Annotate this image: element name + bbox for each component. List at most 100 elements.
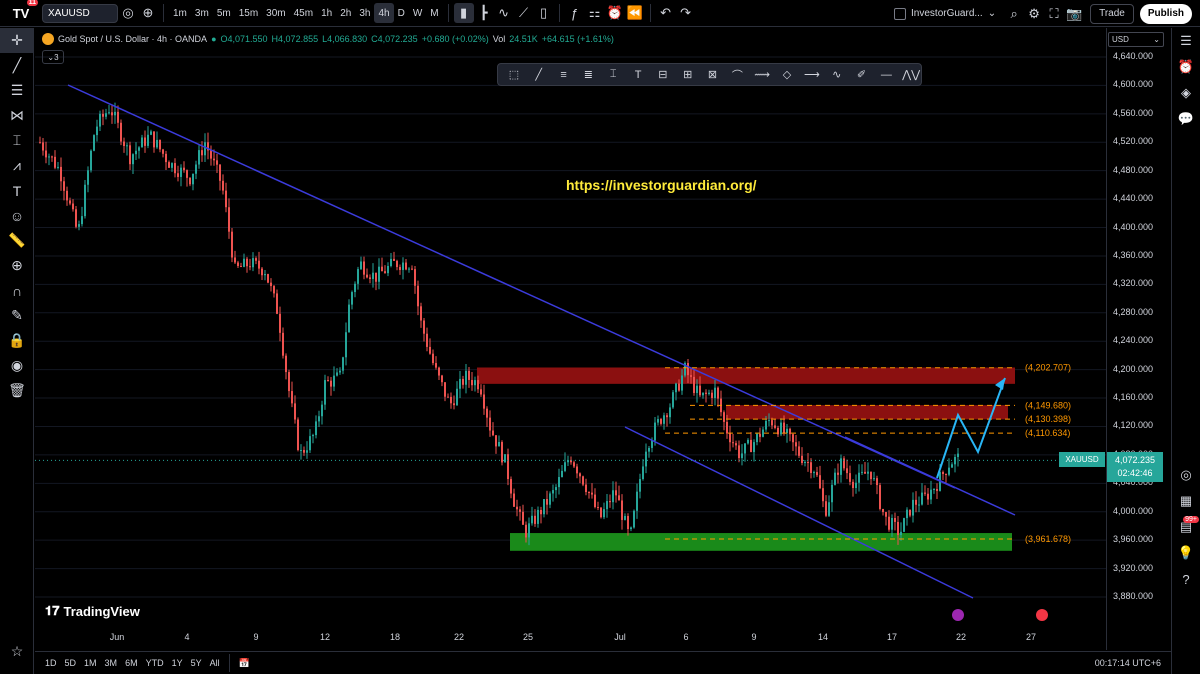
interval-45m[interactable]: 45m — [290, 3, 317, 23]
quick-search-icon[interactable]: ⌕ — [1004, 4, 1024, 24]
interval-2h[interactable]: 2h — [336, 3, 355, 23]
marker-icon[interactable]: ✐ — [852, 65, 872, 85]
price-axis[interactable]: 4,640.000 4,600.000 4,560.000 4,520.000 4,48… — [1106, 28, 1170, 650]
text-icon[interactable]: T — [0, 178, 34, 203]
candle-body — [582, 476, 584, 485]
curve-icon[interactable]: ⌒ — [727, 65, 747, 85]
magnet-icon[interactable]: ∩ — [0, 278, 34, 303]
range-1m[interactable]: 1M — [80, 658, 101, 668]
fib-retracement-icon[interactable]: ≣ — [578, 65, 598, 85]
symbol-options-icon[interactable]: ◎ — [118, 3, 138, 23]
symbol-search-input[interactable]: XAUUSD — [42, 3, 118, 23]
watchlist-icon[interactable]: ☰ — [1172, 28, 1200, 54]
interval-1m[interactable]: 1m — [169, 3, 191, 23]
chat-icon[interactable]: 💬 — [1172, 106, 1200, 132]
range-1y[interactable]: 1Y — [168, 658, 187, 668]
brush-icon[interactable]: ⩘ — [0, 153, 34, 178]
range-all[interactable]: All — [206, 658, 224, 668]
candle-body — [747, 439, 749, 444]
candle-body — [918, 504, 920, 506]
path-icon[interactable]: ⟿ — [752, 65, 772, 85]
layout-checkbox[interactable] — [894, 7, 907, 20]
range-5d[interactable]: 5D — [61, 658, 81, 668]
price-tick-label: 4,480.000 — [1113, 164, 1154, 175]
shape-icon[interactable]: ◇ — [777, 65, 797, 85]
range-6m[interactable]: 6M — [121, 658, 142, 668]
redo-icon[interactable]: ↷ — [676, 3, 696, 23]
range-5y[interactable]: 5Y — [187, 658, 206, 668]
projection-icon[interactable]: ⌶ — [0, 128, 34, 153]
columns-chart-type-icon[interactable]: ▯ — [534, 3, 554, 23]
indicators-icon[interactable]: ƒ — [565, 3, 585, 23]
text-tool-icon[interactable]: T — [628, 65, 648, 85]
select-rect-icon[interactable]: ⬚ — [504, 65, 524, 85]
pattern-tool-icon[interactable]: ⋀⋁ — [901, 65, 921, 85]
alerts-icon[interactable]: ⏰ — [1172, 54, 1200, 80]
area-chart-type-icon[interactable]: ⟋ — [514, 3, 534, 23]
pattern-icon[interactable]: ⋈ — [0, 103, 34, 128]
range-1d[interactable]: 1D — [41, 658, 61, 668]
layout-selector[interactable]: InvestorGuard... ⌄ — [894, 7, 996, 20]
line-tool-icon[interactable]: ╱ — [529, 65, 549, 85]
arrow-icon[interactable]: ⟶ — [802, 65, 822, 85]
price-range-icon[interactable]: ⊠ — [703, 65, 723, 85]
tradingview-logo-icon[interactable]: TV 11 — [8, 0, 38, 23]
event-flash-icon — [952, 609, 964, 621]
ruler-tool-icon[interactable]: ⌶ — [603, 65, 623, 85]
interval-M[interactable]: M — [426, 3, 442, 23]
candles-chart-type-icon[interactable]: ▮ — [453, 3, 474, 23]
fullscreen-icon[interactable]: ⛶ — [1044, 4, 1064, 24]
interval-3h[interactable]: 3h — [355, 3, 374, 23]
zoom-icon[interactable]: ⊕ — [0, 253, 34, 278]
eye-icon[interactable]: ◉ — [0, 353, 34, 378]
ruler-icon[interactable]: 📏 — [0, 228, 34, 253]
news-icon[interactable]: ▤ 99+ — [1172, 514, 1200, 540]
layers-icon[interactable]: ◈ — [1172, 80, 1200, 106]
calendar-icon[interactable]: ▦ — [1172, 488, 1200, 514]
line-chart-type-icon[interactable]: ∿ — [494, 3, 514, 23]
camera-icon[interactable]: 📷 — [1064, 4, 1084, 24]
long-position-icon[interactable]: ⊟ — [653, 65, 673, 85]
ideas-icon[interactable]: 💡 — [1172, 540, 1200, 566]
interval-15m[interactable]: 15m — [235, 3, 262, 23]
trash-icon[interactable]: 🗑 — [0, 378, 34, 403]
publish-button[interactable]: Publish — [1139, 3, 1192, 24]
replay-icon[interactable]: ⏪ — [625, 3, 645, 23]
star-icon[interactable]: ☆ — [0, 639, 34, 664]
date-range-icon[interactable]: 📅 — [235, 658, 254, 669]
range-ytd[interactable]: YTD — [142, 658, 168, 668]
time-tick-label: 9 — [253, 632, 258, 642]
crosshair-icon[interactable]: ✛ — [0, 28, 34, 53]
interval-4h[interactable]: 4h — [374, 3, 394, 23]
pitchfork-icon[interactable]: ≡ — [554, 65, 574, 85]
interval-W[interactable]: W — [409, 3, 426, 23]
horizontal-line-icon[interactable]: — — [876, 65, 896, 85]
price-chart[interactable]: Jun 4 9 12 18 22 25 Jul 6 9 14 17 22 27 (4,202.707) (4,… — [35, 28, 1106, 650]
templates-icon[interactable]: ⚏ — [585, 3, 605, 23]
trendline-icon[interactable]: ╱ — [0, 53, 34, 78]
target-icon[interactable]: ◎ — [1172, 462, 1200, 488]
brush-tool-icon[interactable]: ∿ — [827, 65, 847, 85]
currency-select[interactable]: USD ⌄ — [1108, 32, 1164, 47]
clock[interactable]: 00:17:14 UTC+6 — [1095, 658, 1161, 668]
fib-icon[interactable]: ☰ — [0, 78, 34, 103]
indicators-toggle[interactable]: ⌄ 3 — [42, 50, 64, 64]
lock-icon[interactable]: 🔒 — [0, 328, 34, 353]
interval-30m[interactable]: 30m — [262, 3, 289, 23]
candle-body — [432, 353, 434, 364]
bar-chart-type-icon[interactable]: ┣ — [474, 3, 494, 23]
help-icon[interactable]: ? — [1172, 566, 1200, 592]
settings-icon[interactable]: ⚙ — [1024, 4, 1044, 24]
interval-5m[interactable]: 5m — [213, 3, 235, 23]
undo-icon[interactable]: ↶ — [656, 3, 676, 23]
short-position-icon[interactable]: ⊞ — [678, 65, 698, 85]
trade-button[interactable]: Trade — [1090, 3, 1134, 24]
interval-1h[interactable]: 1h — [317, 3, 336, 23]
emoji-icon[interactable]: ☺ — [0, 203, 34, 228]
alert-icon[interactable]: ⏰ — [605, 3, 625, 23]
range-3m[interactable]: 3M — [101, 658, 122, 668]
interval-3m[interactable]: 3m — [191, 3, 213, 23]
compare-add-icon[interactable]: ⊕ — [138, 3, 158, 23]
interval-D[interactable]: D — [394, 3, 409, 23]
lock-drawings-icon[interactable]: ✎ — [0, 303, 34, 328]
